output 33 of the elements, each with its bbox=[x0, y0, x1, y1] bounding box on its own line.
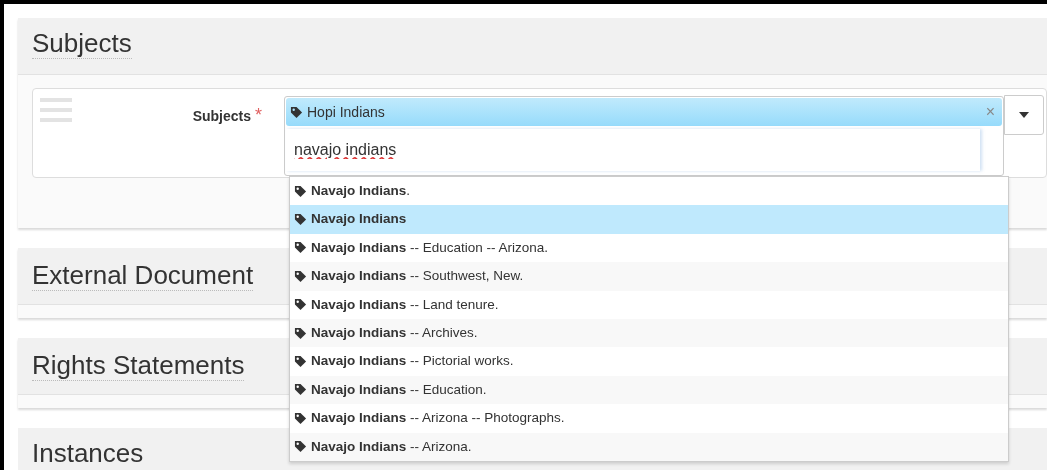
field-label: Subjects bbox=[192, 107, 251, 126]
subjects-select[interactable]: Hopi Indians × navajo indians bbox=[284, 96, 1004, 176]
tag-icon bbox=[294, 241, 307, 255]
section-title: Rights Statements bbox=[32, 350, 245, 381]
tag-icon bbox=[294, 411, 307, 425]
tag-icon bbox=[294, 440, 307, 454]
section-title: External Document bbox=[32, 260, 254, 291]
search-field[interactable]: navajo indians bbox=[286, 129, 980, 171]
suggestion-item[interactable]: Navajo Indians -- Southwest, New. bbox=[290, 262, 1008, 291]
suggestion-item[interactable]: Navajo Indians -- Pictorial works. bbox=[290, 347, 1008, 376]
tag-icon bbox=[294, 298, 307, 312]
tag-icon bbox=[290, 105, 303, 119]
section-title: Instances bbox=[32, 438, 144, 468]
suggestion-item[interactable]: Navajo Indians bbox=[290, 205, 1008, 234]
token-label: Hopi Indians bbox=[307, 102, 385, 122]
suggestion-item[interactable]: Navajo Indians -- Arizona. bbox=[290, 432, 1008, 461]
tag-icon bbox=[294, 383, 307, 397]
required-mark: * bbox=[255, 106, 262, 124]
suggestion-item[interactable]: Navajo Indians -- Education -- Arizona. bbox=[290, 233, 1008, 263]
tag-icon bbox=[294, 326, 307, 340]
tag-icon bbox=[294, 269, 307, 283]
dropdown-toggle[interactable] bbox=[1004, 95, 1044, 135]
caret-icon bbox=[1019, 112, 1029, 118]
drag-handle-icon[interactable] bbox=[40, 98, 72, 122]
section-title: Subjects bbox=[32, 28, 132, 59]
tag-icon bbox=[294, 184, 307, 198]
suggestion-item[interactable]: Navajo Indians. bbox=[290, 177, 1008, 206]
tag-icon bbox=[294, 213, 307, 227]
suggestion-item[interactable]: Navajo Indians -- Education. bbox=[290, 375, 1008, 405]
tag-icon bbox=[294, 355, 307, 369]
suggestion-item[interactable]: Navajo Indians -- Arizona -- Photographs. bbox=[290, 404, 1008, 433]
suggestion-item[interactable]: Navajo Indians -- Archives. bbox=[290, 318, 1008, 348]
suggestion-item[interactable]: Navajo Indians -- Land tenure. bbox=[290, 290, 1008, 319]
